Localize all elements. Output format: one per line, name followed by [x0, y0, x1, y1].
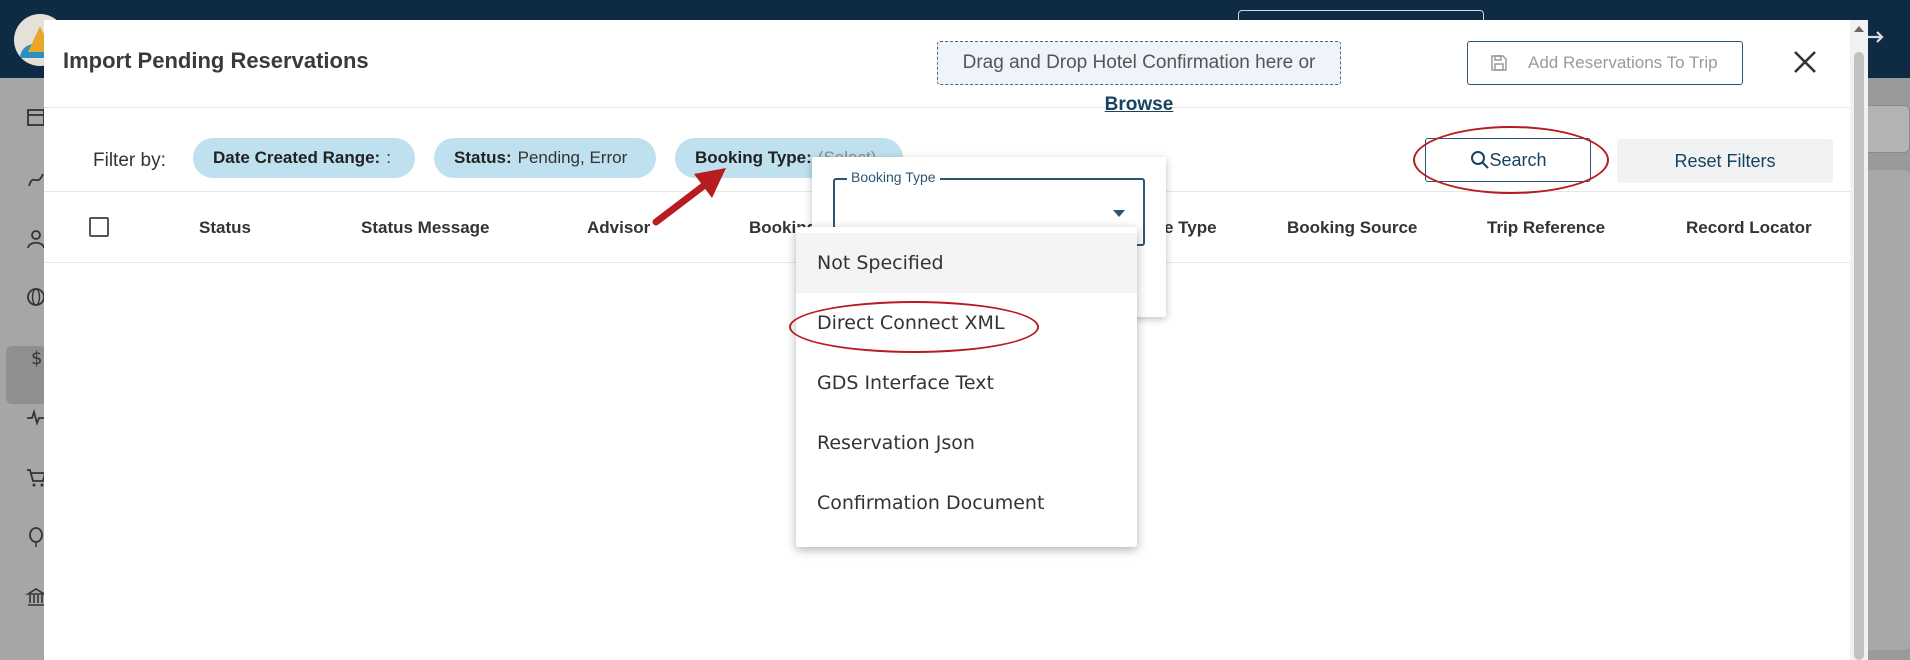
option-gds-interface-text[interactable]: GDS Interface Text	[796, 353, 1137, 413]
dropzone-text: Drag and Drop Hotel Confirmation here or	[962, 52, 1316, 73]
booking-type-field-label: Booking Type	[847, 169, 940, 185]
svg-text:$: $	[31, 348, 42, 368]
column-header-type[interactable]: e Type	[1164, 218, 1217, 238]
chip-key: Status:	[454, 148, 512, 167]
option-not-specified[interactable]: Not Specified	[796, 233, 1137, 293]
date-created-range-chip[interactable]: Date Created Range::	[193, 138, 415, 178]
column-header-record-locator[interactable]: Record Locator	[1686, 218, 1812, 238]
modal-header: Import Pending Reservations Drag and Dro…	[44, 20, 1850, 115]
column-header-booking-source[interactable]: Booking Source	[1287, 218, 1417, 238]
add-reservations-button[interactable]: Add Reservations To Trip	[1467, 41, 1743, 85]
status-chip[interactable]: Status: Pending, Error	[434, 138, 656, 178]
column-header-trip-reference[interactable]: Trip Reference	[1487, 218, 1605, 238]
app-sidebar: $	[0, 78, 47, 660]
save-icon	[1491, 55, 1507, 71]
column-header-status-message[interactable]: Status Message	[361, 218, 490, 238]
chip-value: Pending, Error	[517, 148, 628, 167]
annotation-oval-direct-connect	[789, 301, 1039, 353]
select-all-checkbox[interactable]	[89, 217, 109, 237]
annotation-arrow	[652, 168, 726, 226]
add-reservations-label: Add Reservations To Trip	[1528, 53, 1718, 72]
booking-type-options-list: Not Specified Direct Connect XML GDS Int…	[796, 227, 1137, 547]
scroll-thumb[interactable]	[1854, 52, 1864, 660]
option-confirmation-document[interactable]: Confirmation Document	[796, 473, 1137, 533]
chip-value: :	[386, 148, 391, 167]
modal-title: Import Pending Reservations	[63, 48, 369, 73]
filter-label: Filter by:	[93, 150, 166, 171]
modal-scrollbar[interactable]	[1850, 20, 1868, 660]
option-reservation-json[interactable]: Reservation Json	[796, 413, 1137, 473]
annotation-oval-search	[1413, 126, 1609, 194]
hotel-confirmation-dropzone[interactable]: Drag and Drop Hotel Confirmation here or…	[937, 41, 1341, 115]
column-header-status[interactable]: Status	[199, 218, 251, 238]
chevron-down-icon[interactable]	[1113, 210, 1125, 217]
reset-filters-button[interactable]: Reset Filters	[1617, 139, 1833, 183]
column-header-advisor[interactable]: Advisor	[587, 218, 650, 238]
scroll-up-arrow[interactable]	[1854, 26, 1864, 32]
chip-key: Date Created Range:	[213, 148, 381, 167]
close-icon[interactable]	[1789, 46, 1821, 78]
